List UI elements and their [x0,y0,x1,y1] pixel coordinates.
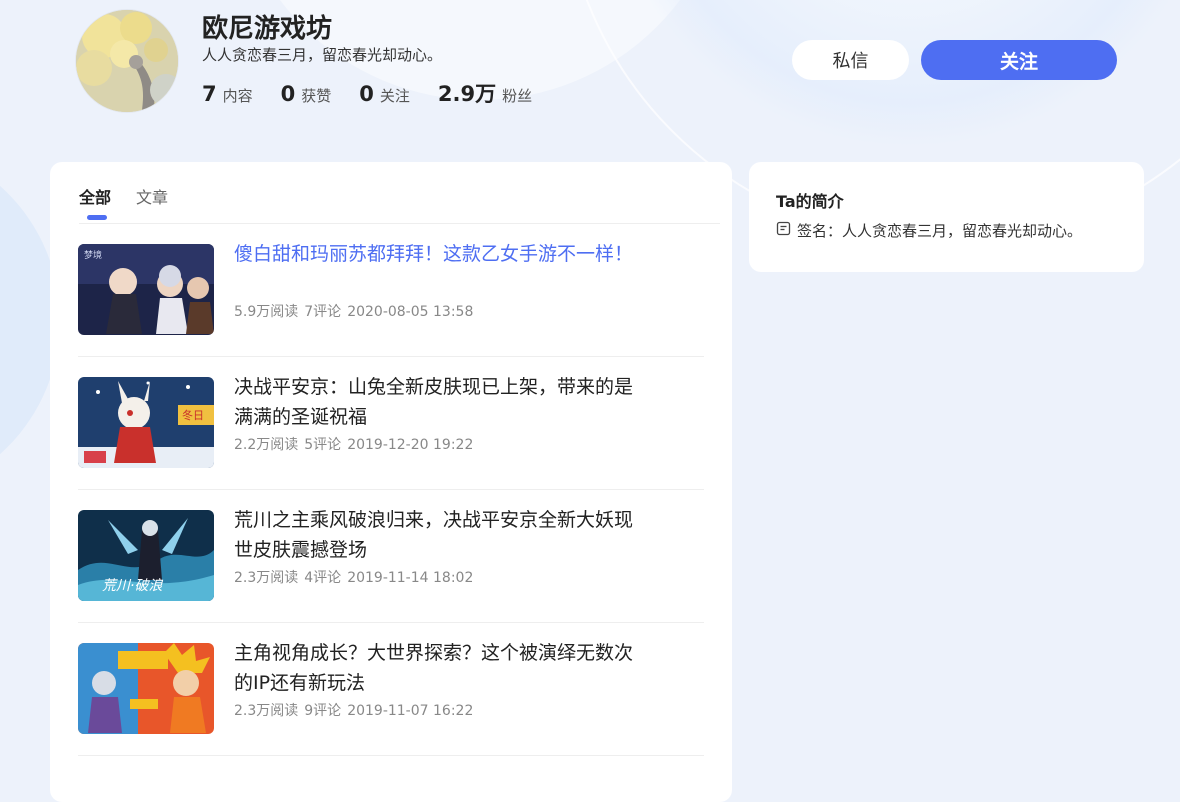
article-item[interactable]: 冬日 决战平安京：山兔全新皮肤现已上架，带来的是满满的圣诞祝福 2.2万阅读 5评… [78,356,704,490]
follow-button[interactable]: 关注 [921,40,1117,80]
article-meta: 2.3万阅读 9评论 2019-11-07 16:22 [234,700,479,720]
article-comments: 4评论 [304,570,342,586]
active-tab-indicator [87,215,107,220]
stat-number: 0 [280,82,296,106]
article-title[interactable]: 决战平安京：山兔全新皮肤现已上架，带来的是满满的圣诞祝福 [234,372,644,432]
stat-likes[interactable]: 0 获赞 [281,82,332,106]
article-meta: 2.2万阅读 5评论 2019-12-20 19:22 [234,434,479,454]
article-thumbnail[interactable]: 冬日 [78,377,214,468]
svg-text:冬日: 冬日 [182,408,204,422]
article-reads: 2.3万阅读 [234,703,299,719]
profile-name: 欧尼游戏坊 [202,14,333,44]
stat-number: 0 [359,82,374,106]
document-icon [776,221,791,240]
message-button[interactable]: 私信 [792,40,909,80]
tab-bar: 全部 文章 [79,162,720,224]
stat-number: 7 [202,82,217,106]
intro-panel: Ta的简介 签名： 人人贪恋春三月，留恋春光却动心。 [749,162,1144,272]
article-meta: 5.9万阅读 7评论 2020-08-05 13:58 [234,301,479,321]
article-reads: 5.9万阅读 [234,304,299,320]
article-reads: 2.2万阅读 [234,437,299,453]
stat-content[interactable]: 7 内容 [202,82,253,106]
article-item[interactable]: 主角视角成长？大世界探索？这个被演绎无数次的IP还有新玩法 2.3万阅读 9评论 2… [78,622,704,756]
article-date: 2020-08-05 13:58 [347,304,474,320]
article-reads: 2.3万阅读 [234,570,299,586]
profile-signature: 人人贪恋春三月，留恋春光却动心。 [202,46,443,64]
stat-label: 获赞 [301,87,332,105]
intro-title: Ta的简介 [776,192,844,211]
article-meta: 2.3万阅读 4评论 2019-11-14 18:02 [234,567,479,587]
stat-followers[interactable]: 2.9万 粉丝 [438,78,532,108]
stat-following[interactable]: 0 关注 [359,82,410,106]
article-item[interactable]: 梦境 傻白甜和玛丽苏都拜拜！这款乙女手游不一样！ 5.9万阅读 7评论 2020-0… [78,223,704,357]
article-date: 2019-11-07 16:22 [347,703,474,719]
avatar[interactable] [76,10,178,112]
article-date: 2019-11-14 18:02 [347,570,474,586]
article-thumbnail[interactable] [78,643,214,734]
article-comments: 9评论 [304,703,342,719]
stat-number: 2.9万 [437,82,497,106]
svg-text:梦境: 梦境 [84,249,102,261]
article-title[interactable]: 主角视角成长？大世界探索？这个被演绎无数次的IP还有新玩法 [234,638,644,698]
tab-all[interactable]: 全部 [79,184,111,208]
stat-label: 内容 [222,87,253,105]
article-date: 2019-12-20 19:22 [347,437,474,453]
article-title[interactable]: 傻白甜和玛丽苏都拜拜！这款乙女手游不一样！ [234,239,644,269]
article-comments: 7评论 [304,304,342,320]
profile-stats: 7 内容 0 获赞 0 关注 2.9万 粉丝 [202,78,560,108]
svg-text:荒川·破浪: 荒川·破浪 [102,578,163,594]
intro-signature: 签名： 人人贪恋春三月，留恋春光却动心。 [776,220,1082,241]
signature-text: 人人贪恋春三月，留恋春光却动心。 [842,222,1083,240]
stat-label: 粉丝 [502,87,533,105]
content-panel: 全部 文章 梦境 傻白甜和玛丽苏都拜拜！这款乙女手游不一样！ 5.9万阅读 7评论… [50,162,732,802]
stat-label: 关注 [379,87,410,105]
article-thumbnail[interactable]: 梦境 [78,244,214,335]
tab-articles[interactable]: 文章 [136,184,168,208]
article-item[interactable]: 荒川·破浪 荒川之主乘风破浪归来，决战平安京全新大妖现世皮肤震撼登场 2.3万阅… [78,489,704,623]
signature-label: 签名： [797,222,843,240]
article-thumbnail[interactable]: 荒川·破浪 [78,510,214,601]
article-comments: 5评论 [304,437,342,453]
article-title[interactable]: 荒川之主乘风破浪归来，决战平安京全新大妖现世皮肤震撼登场 [234,505,644,565]
